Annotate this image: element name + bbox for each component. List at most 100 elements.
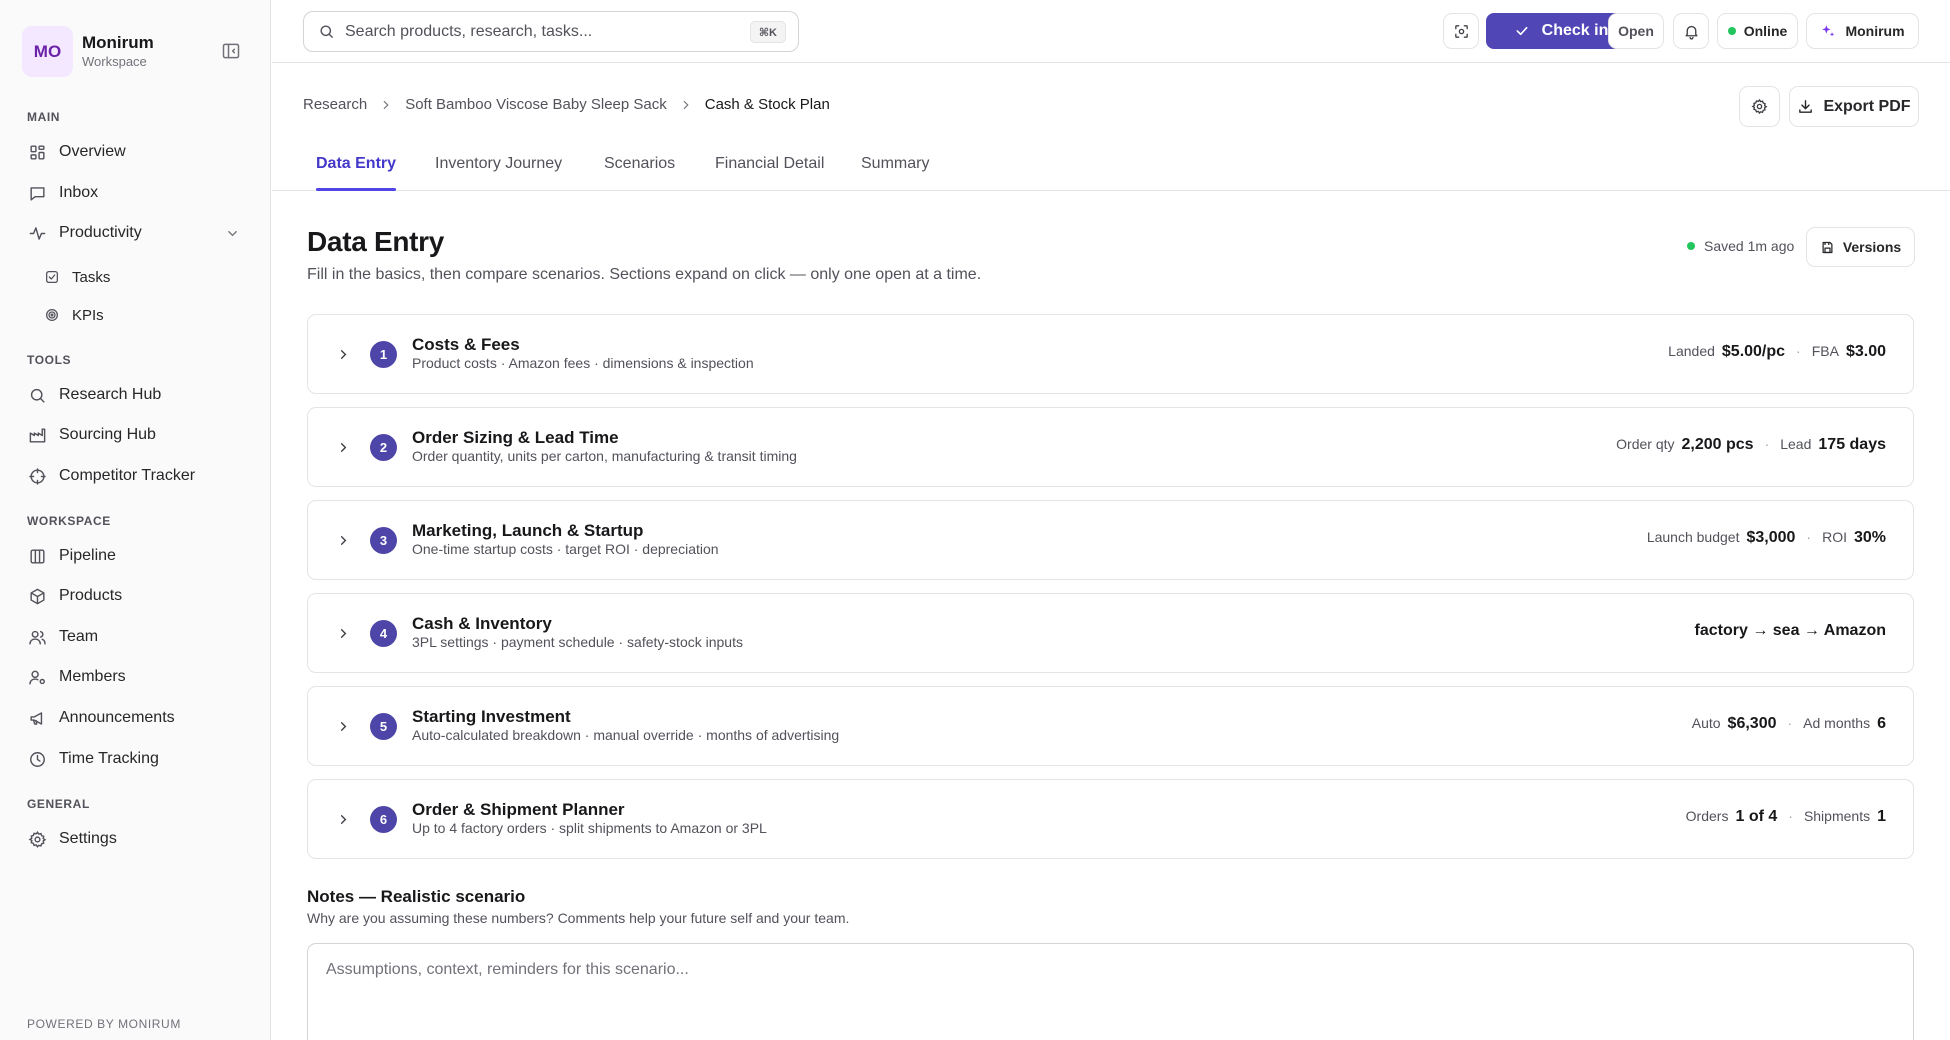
tab-financial-detail[interactable]: Financial Detail	[715, 145, 824, 190]
sidebar-item-competitor-tracker[interactable]: Competitor Tracker	[18, 458, 250, 494]
metric-label: Orders	[1685, 808, 1729, 824]
export-pdf-button[interactable]: Export PDF	[1789, 86, 1919, 127]
sidebar-item-settings[interactable]: Settings	[18, 821, 250, 857]
search-placeholder: Search products, research, tasks...	[345, 22, 593, 40]
section-costs-fees[interactable]: 1 Costs & Fees Product costs · Amazon fe…	[307, 314, 1914, 394]
sidebar-item-time-tracking[interactable]: Time Tracking	[18, 741, 250, 777]
section-title: Cash & Inventory	[412, 614, 552, 633]
metric-separator: ·	[1787, 715, 1793, 731]
sidebar-item-research-hub[interactable]: Research Hub	[18, 377, 250, 413]
page-subtitle: Fill in the basics, then compare scenari…	[307, 266, 982, 283]
sidebar-item-tasks[interactable]: Tasks	[36, 260, 250, 294]
notifications-button[interactable]	[1673, 13, 1709, 49]
metric-label: Order qty	[1616, 436, 1675, 452]
sidebar-item-label: Productivity	[59, 224, 142, 241]
section-metrics: Order qty 2,200 pcs · Lead 175 days	[1616, 436, 1886, 454]
sidebar-item-label: Team	[59, 628, 99, 645]
tab-data-entry[interactable]: Data Entry	[316, 145, 397, 191]
user-cog-icon	[28, 668, 47, 687]
metric-separator: ·	[1788, 808, 1793, 824]
sidebar-collapse-icon[interactable]	[221, 41, 241, 61]
sidebar-item-sourcing-hub[interactable]: Sourcing Hub	[18, 417, 250, 453]
sidebar-item-productivity[interactable]: Productivity	[18, 215, 250, 251]
sidebar-item-announcements[interactable]: Announcements	[18, 700, 250, 736]
sidebar-item-label: Products	[59, 587, 123, 604]
tab-scenarios[interactable]: Scenarios	[604, 145, 675, 190]
metric-value: $5.00/pc	[1721, 343, 1786, 360]
saved-label: Saved 1m ago	[1704, 238, 1795, 254]
metric-value: 1	[1877, 808, 1886, 825]
megaphone-icon	[28, 709, 47, 728]
section-starting-investment[interactable]: 5 Starting Investment Auto-calculated br…	[307, 686, 1914, 766]
metric-label: Launch budget	[1646, 529, 1740, 545]
sidebar-item-inbox[interactable]: Inbox	[18, 175, 250, 211]
sidebar: MO Monirum Workspace MAIN Overview Inbox…	[0, 0, 271, 1040]
metric-label: FBA	[1811, 343, 1839, 359]
tab-inventory-journey[interactable]: Inventory Journey	[435, 145, 562, 190]
page-settings-button[interactable]	[1739, 86, 1780, 127]
scan-button[interactable]	[1443, 13, 1479, 49]
open-button[interactable]: Open	[1608, 13, 1664, 49]
section-marketing-launch[interactable]: 3 Marketing, Launch & Startup One-time s…	[307, 500, 1914, 580]
versions-button[interactable]: Versions	[1806, 227, 1915, 267]
notes-textarea[interactable]	[307, 943, 1914, 1040]
section-description: Up to 4 factory orders · split shipments…	[412, 820, 767, 836]
sidebar-item-label: Tasks	[72, 268, 111, 286]
grid-icon	[28, 143, 47, 162]
sidebar-item-label: Settings	[59, 830, 117, 847]
download-icon	[1797, 98, 1814, 115]
section-description: Product costs · Amazon fees · dimensions…	[412, 355, 754, 371]
chevron-right-icon	[336, 719, 351, 734]
sidebar-item-pipeline[interactable]: Pipeline	[18, 538, 250, 574]
tab-summary[interactable]: Summary	[861, 145, 929, 190]
metric-value: 2,200 pcs	[1681, 436, 1754, 453]
sidebar-item-team[interactable]: Team	[18, 619, 250, 655]
section-metrics: Landed $5.00/pc · FBA $3.00	[1668, 343, 1886, 361]
gear-icon	[1751, 98, 1768, 115]
section-cash-inventory[interactable]: 4 Cash & Inventory 3PL settings · paymen…	[307, 593, 1914, 673]
sidebar-item-label: Time Tracking	[59, 750, 159, 767]
breadcrumb-product[interactable]: Soft Bamboo Viscose Baby Sleep Sack	[405, 96, 667, 113]
chevron-right-icon	[379, 98, 393, 112]
metric-label: Landed	[1668, 343, 1715, 359]
sidebar-item-label: Research Hub	[59, 386, 162, 403]
sidebar-item-label: Sourcing Hub	[59, 426, 156, 443]
sidebar-item-products[interactable]: Products	[18, 578, 250, 614]
chevron-right-icon	[336, 440, 351, 455]
sidebar-item-overview[interactable]: Overview	[18, 134, 250, 170]
package-icon	[28, 587, 47, 606]
kanban-icon	[28, 547, 47, 566]
metric-label: Auto	[1691, 715, 1721, 731]
workspace-switcher[interactable]: MO Monirum Workspace	[22, 26, 154, 77]
workspace-subtitle: Workspace	[82, 54, 147, 69]
factory-icon	[28, 426, 47, 445]
user-menu-button[interactable]: Monirum	[1806, 13, 1919, 49]
crosshair-icon	[28, 467, 47, 486]
section-order-sizing[interactable]: 2 Order Sizing & Lead Time Order quantit…	[307, 407, 1914, 487]
saved-dot	[1687, 242, 1695, 250]
check-icon	[1514, 23, 1530, 39]
check-in-label: Check in	[1541, 22, 1609, 39]
scan-icon	[1453, 23, 1470, 40]
status-label: Online	[1743, 23, 1788, 39]
status-badge[interactable]: Online	[1717, 13, 1798, 49]
metric-value: $6,300	[1727, 715, 1777, 732]
metric-label: Lead	[1780, 436, 1812, 452]
sidebar-item-members[interactable]: Members	[18, 659, 250, 695]
section-title: Costs & Fees	[412, 335, 520, 354]
breadcrumb-research[interactable]: Research	[303, 96, 367, 113]
sidebar-item-label: KPIs	[72, 306, 104, 324]
section-label-general: GENERAL	[27, 797, 90, 811]
sidebar-item-label: Overview	[59, 143, 126, 160]
sidebar-item-label: Competitor Tracker	[59, 467, 196, 484]
versions-label: Versions	[1842, 239, 1902, 255]
chevron-right-icon	[336, 626, 351, 641]
section-order-shipment-planner[interactable]: 6 Order & Shipment Planner Up to 4 facto…	[307, 779, 1914, 859]
export-pdf-label: Export PDF	[1823, 97, 1911, 115]
sidebar-item-kpis[interactable]: KPIs	[36, 298, 250, 332]
breadcrumb: Research Soft Bamboo Viscose Baby Sleep …	[303, 96, 830, 113]
chevron-down-icon	[225, 226, 240, 241]
search-input[interactable]: Search products, research, tasks... ⌘K	[303, 11, 799, 52]
bell-icon	[1683, 23, 1700, 40]
message-square-icon	[28, 184, 47, 203]
